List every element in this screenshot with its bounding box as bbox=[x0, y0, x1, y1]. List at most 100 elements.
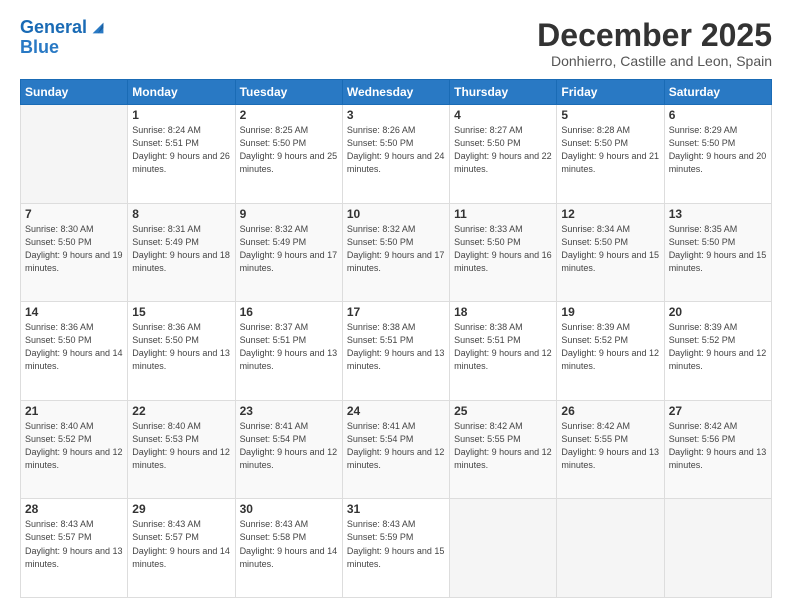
table-row: 20 Sunrise: 8:39 AMSunset: 5:52 PMDayligh… bbox=[664, 302, 771, 401]
table-row bbox=[21, 105, 128, 204]
table-row: 24Sunrise: 8:41 AMSunset: 5:54 PMDayligh… bbox=[342, 400, 449, 499]
day-number: 4 bbox=[454, 108, 552, 122]
day-info: Sunrise: 8:36 AMSunset: 5:50 PMDaylight:… bbox=[25, 321, 123, 373]
day-number: 30 bbox=[240, 502, 338, 516]
table-row: 23Sunrise: 8:41 AMSunset: 5:54 PMDayligh… bbox=[235, 400, 342, 499]
month-title: December 2025 bbox=[537, 18, 772, 53]
day-number: 2 bbox=[240, 108, 338, 122]
table-row: 21 Sunrise: 8:40 AMSunset: 5:52 PMDayligh… bbox=[21, 400, 128, 499]
logo-icon bbox=[89, 19, 107, 37]
day-number: 26 bbox=[561, 404, 659, 418]
table-row bbox=[557, 499, 664, 598]
day-number: 9 bbox=[240, 207, 338, 221]
table-row: 3 Sunrise: 8:26 AMSunset: 5:50 PMDaylight… bbox=[342, 105, 449, 204]
day-info: Sunrise: 8:40 AMSunset: 5:52 PMDaylight:… bbox=[25, 420, 123, 472]
calendar-week-row: 28 Sunrise: 8:43 AMSunset: 5:57 PMDayligh… bbox=[21, 499, 772, 598]
day-info: Sunrise: 8:40 AMSunset: 5:53 PMDaylight:… bbox=[132, 420, 230, 472]
day-number: 25 bbox=[454, 404, 552, 418]
table-row: 19 Sunrise: 8:39 AMSunset: 5:52 PMDayligh… bbox=[557, 302, 664, 401]
calendar-week-row: 7Sunrise: 8:30 AMSunset: 5:50 PMDaylight… bbox=[21, 203, 772, 302]
day-info: Sunrise: 8:29 AMSunset: 5:50 PMDaylight:… bbox=[669, 124, 767, 176]
day-info: Sunrise: 8:27 AMSunset: 5:50 PMDaylight:… bbox=[454, 124, 552, 176]
table-row: 29 Sunrise: 8:43 AMSunset: 5:57 PMDayligh… bbox=[128, 499, 235, 598]
day-info: Sunrise: 8:33 AMSunset: 5:50 PMDaylight:… bbox=[454, 223, 552, 275]
day-number: 28 bbox=[25, 502, 123, 516]
table-row: 7Sunrise: 8:30 AMSunset: 5:50 PMDaylight… bbox=[21, 203, 128, 302]
table-row: 4 Sunrise: 8:27 AMSunset: 5:50 PMDaylight… bbox=[450, 105, 557, 204]
day-info: Sunrise: 8:39 AMSunset: 5:52 PMDaylight:… bbox=[561, 321, 659, 373]
col-tuesday: Tuesday bbox=[235, 80, 342, 105]
day-number: 18 bbox=[454, 305, 552, 319]
table-row bbox=[450, 499, 557, 598]
col-saturday: Saturday bbox=[664, 80, 771, 105]
day-info: Sunrise: 8:25 AMSunset: 5:50 PMDaylight:… bbox=[240, 124, 338, 176]
table-row bbox=[664, 499, 771, 598]
logo-blue: Blue bbox=[20, 38, 107, 58]
day-number: 12 bbox=[561, 207, 659, 221]
day-info: Sunrise: 8:32 AMSunset: 5:49 PMDaylight:… bbox=[240, 223, 338, 275]
day-info: Sunrise: 8:30 AMSunset: 5:50 PMDaylight:… bbox=[25, 223, 123, 275]
table-row: 5 Sunrise: 8:28 AMSunset: 5:50 PMDaylight… bbox=[557, 105, 664, 204]
calendar-week-row: 1Sunrise: 8:24 AMSunset: 5:51 PMDaylight… bbox=[21, 105, 772, 204]
day-number: 22 bbox=[132, 404, 230, 418]
table-row: 15Sunrise: 8:36 AMSunset: 5:50 PMDayligh… bbox=[128, 302, 235, 401]
table-row: 9 Sunrise: 8:32 AMSunset: 5:49 PMDaylight… bbox=[235, 203, 342, 302]
logo-general: General bbox=[20, 18, 87, 38]
day-info: Sunrise: 8:32 AMSunset: 5:50 PMDaylight:… bbox=[347, 223, 445, 275]
day-number: 14 bbox=[25, 305, 123, 319]
day-number: 19 bbox=[561, 305, 659, 319]
calendar-week-row: 14 Sunrise: 8:36 AMSunset: 5:50 PMDayligh… bbox=[21, 302, 772, 401]
day-info: Sunrise: 8:26 AMSunset: 5:50 PMDaylight:… bbox=[347, 124, 445, 176]
day-info: Sunrise: 8:37 AMSunset: 5:51 PMDaylight:… bbox=[240, 321, 338, 373]
day-number: 11 bbox=[454, 207, 552, 221]
day-info: Sunrise: 8:41 AMSunset: 5:54 PMDaylight:… bbox=[240, 420, 338, 472]
day-info: Sunrise: 8:34 AMSunset: 5:50 PMDaylight:… bbox=[561, 223, 659, 275]
table-row: 11 Sunrise: 8:33 AMSunset: 5:50 PMDayligh… bbox=[450, 203, 557, 302]
col-sunday: Sunday bbox=[21, 80, 128, 105]
table-row: 13 Sunrise: 8:35 AMSunset: 5:50 PMDayligh… bbox=[664, 203, 771, 302]
table-row: 28Sunrise: 8:43 AMSunset: 5:57 PMDayligh… bbox=[21, 499, 128, 598]
day-number: 5 bbox=[561, 108, 659, 122]
table-row: 17Sunrise: 8:38 AMSunset: 5:51 PMDayligh… bbox=[342, 302, 449, 401]
header: General Blue December 2025 Donhierro, Ca… bbox=[20, 18, 772, 69]
table-row: 26Sunrise: 8:42 AMSunset: 5:55 PMDayligh… bbox=[557, 400, 664, 499]
day-number: 10 bbox=[347, 207, 445, 221]
page: General Blue December 2025 Donhierro, Ca… bbox=[0, 0, 792, 612]
day-number: 6 bbox=[669, 108, 767, 122]
day-info: Sunrise: 8:28 AMSunset: 5:50 PMDaylight:… bbox=[561, 124, 659, 176]
day-number: 29 bbox=[132, 502, 230, 516]
table-row: 8 Sunrise: 8:31 AMSunset: 5:49 PMDaylight… bbox=[128, 203, 235, 302]
col-friday: Friday bbox=[557, 80, 664, 105]
day-number: 16 bbox=[240, 305, 338, 319]
day-info: Sunrise: 8:43 AMSunset: 5:57 PMDaylight:… bbox=[132, 518, 230, 570]
day-info: Sunrise: 8:38 AMSunset: 5:51 PMDaylight:… bbox=[454, 321, 552, 373]
table-row: 27Sunrise: 8:42 AMSunset: 5:56 PMDayligh… bbox=[664, 400, 771, 499]
day-info: Sunrise: 8:31 AMSunset: 5:49 PMDaylight:… bbox=[132, 223, 230, 275]
col-thursday: Thursday bbox=[450, 80, 557, 105]
table-row: 6 Sunrise: 8:29 AMSunset: 5:50 PMDaylight… bbox=[664, 105, 771, 204]
table-row: 31Sunrise: 8:43 AMSunset: 5:59 PMDayligh… bbox=[342, 499, 449, 598]
calendar-table: Sunday Monday Tuesday Wednesday Thursday… bbox=[20, 79, 772, 598]
table-row: 25Sunrise: 8:42 AMSunset: 5:55 PMDayligh… bbox=[450, 400, 557, 499]
table-row: 2 Sunrise: 8:25 AMSunset: 5:50 PMDaylight… bbox=[235, 105, 342, 204]
day-number: 3 bbox=[347, 108, 445, 122]
col-monday: Monday bbox=[128, 80, 235, 105]
day-info: Sunrise: 8:39 AMSunset: 5:52 PMDaylight:… bbox=[669, 321, 767, 373]
col-wednesday: Wednesday bbox=[342, 80, 449, 105]
location: Donhierro, Castille and Leon, Spain bbox=[537, 53, 772, 69]
day-info: Sunrise: 8:35 AMSunset: 5:50 PMDaylight:… bbox=[669, 223, 767, 275]
calendar-week-row: 21 Sunrise: 8:40 AMSunset: 5:52 PMDayligh… bbox=[21, 400, 772, 499]
title-block: December 2025 Donhierro, Castille and Le… bbox=[537, 18, 772, 69]
table-row: 16 Sunrise: 8:37 AMSunset: 5:51 PMDayligh… bbox=[235, 302, 342, 401]
day-number: 17 bbox=[347, 305, 445, 319]
calendar-header-row: Sunday Monday Tuesday Wednesday Thursday… bbox=[21, 80, 772, 105]
table-row: 12 Sunrise: 8:34 AMSunset: 5:50 PMDayligh… bbox=[557, 203, 664, 302]
day-number: 21 bbox=[25, 404, 123, 418]
day-info: Sunrise: 8:36 AMSunset: 5:50 PMDaylight:… bbox=[132, 321, 230, 373]
day-number: 27 bbox=[669, 404, 767, 418]
day-number: 13 bbox=[669, 207, 767, 221]
day-number: 20 bbox=[669, 305, 767, 319]
table-row: 1Sunrise: 8:24 AMSunset: 5:51 PMDaylight… bbox=[128, 105, 235, 204]
day-number: 8 bbox=[132, 207, 230, 221]
logo: General Blue bbox=[20, 18, 107, 58]
